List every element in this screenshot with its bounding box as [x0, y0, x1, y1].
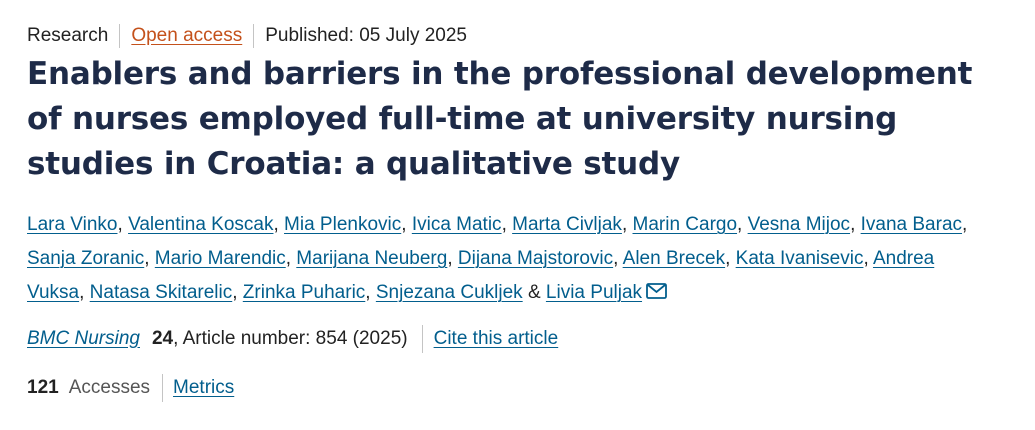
accesses-label: Accesses	[68, 377, 151, 398]
author-link[interactable]: Dijana Majstorovic	[458, 248, 613, 269]
metrics-row: 121 Accesses Metrics	[27, 374, 234, 402]
metrics-link[interactable]: Metrics	[173, 374, 234, 402]
author-list: Lara Vinko, Valentina Koscak, Mia Plenko…	[27, 208, 987, 311]
author-item: Kata Ivanisevic	[736, 248, 864, 269]
article-type: Research	[27, 25, 109, 46]
divider	[421, 325, 423, 353]
author-link[interactable]: Natasa Skitarelic	[90, 282, 233, 303]
journal-volume: 24	[151, 328, 174, 349]
corresponding-author-link[interactable]: Livia Puljak	[546, 282, 642, 303]
author-item: Mia Plenkovic	[284, 214, 401, 235]
article-meta: Research Open access Published: 05 July …	[27, 24, 478, 48]
author-link[interactable]: Vesna Mijoc	[748, 214, 850, 235]
author-item: Marijana Neuberg	[296, 248, 447, 269]
author-link[interactable]: Sanja Zoranic	[27, 248, 144, 269]
cite-article-link[interactable]: Cite this article	[434, 325, 559, 353]
author-link[interactable]: Ivica Matic	[412, 214, 502, 235]
author-link[interactable]: Lara Vinko	[27, 214, 118, 235]
open-access-label[interactable]: Open access	[131, 25, 242, 46]
citation-row: BMC Nursing 24 , Article number: 854 (20…	[27, 325, 558, 353]
author-link[interactable]: Marta Civljak	[512, 214, 622, 235]
author-item: Mario Marendic	[155, 248, 286, 269]
author-item: Lara Vinko	[27, 214, 118, 235]
author-link[interactable]: Marijana Neuberg	[296, 248, 447, 269]
journal-link[interactable]: BMC Nursing	[27, 325, 140, 353]
author-link[interactable]: Zrinka Puharic	[243, 282, 366, 303]
author-link[interactable]: Snjezana Cukljek	[376, 282, 523, 303]
open-access-link[interactable]: Open access	[119, 24, 253, 48]
author-link[interactable]: Alen Brecek	[623, 248, 725, 269]
author-link[interactable]: Mia Plenkovic	[284, 214, 401, 235]
article-title: Enablers and barriers in the professiona…	[27, 56, 973, 182]
author-link[interactable]: Kata Ivanisevic	[736, 248, 864, 269]
author-item: Valentina Koscak	[128, 214, 273, 235]
mail-icon[interactable]	[646, 277, 667, 311]
author-item: Marin Cargo	[633, 214, 738, 235]
accesses-count: 121	[27, 377, 59, 398]
author-item: Ivica Matic	[412, 214, 502, 235]
divider	[162, 374, 164, 402]
author-item: Alen Brecek	[623, 248, 725, 269]
author-link[interactable]: Mario Marendic	[155, 248, 286, 269]
article-number: , Article number: 854 (2025)	[173, 328, 408, 349]
author-item: Ivana Barac	[861, 214, 962, 235]
author-link[interactable]: Ivana Barac	[861, 214, 962, 235]
author-link[interactable]: Marin Cargo	[633, 214, 738, 235]
author-item: Vesna Mijoc	[748, 214, 850, 235]
author-item: Sanja Zoranic	[27, 248, 144, 269]
published-date: Published: 05 July 2025	[253, 24, 478, 48]
author-item: Marta Civljak	[512, 214, 622, 235]
author-item: Natasa Skitarelic	[90, 282, 233, 303]
author-joiner: &	[527, 282, 541, 303]
author-item: Zrinka Puharic	[243, 282, 366, 303]
author-item: Snjezana Cukljek	[376, 282, 523, 303]
author-link[interactable]: Valentina Koscak	[128, 214, 273, 235]
author-item: Dijana Majstorovic	[458, 248, 613, 269]
